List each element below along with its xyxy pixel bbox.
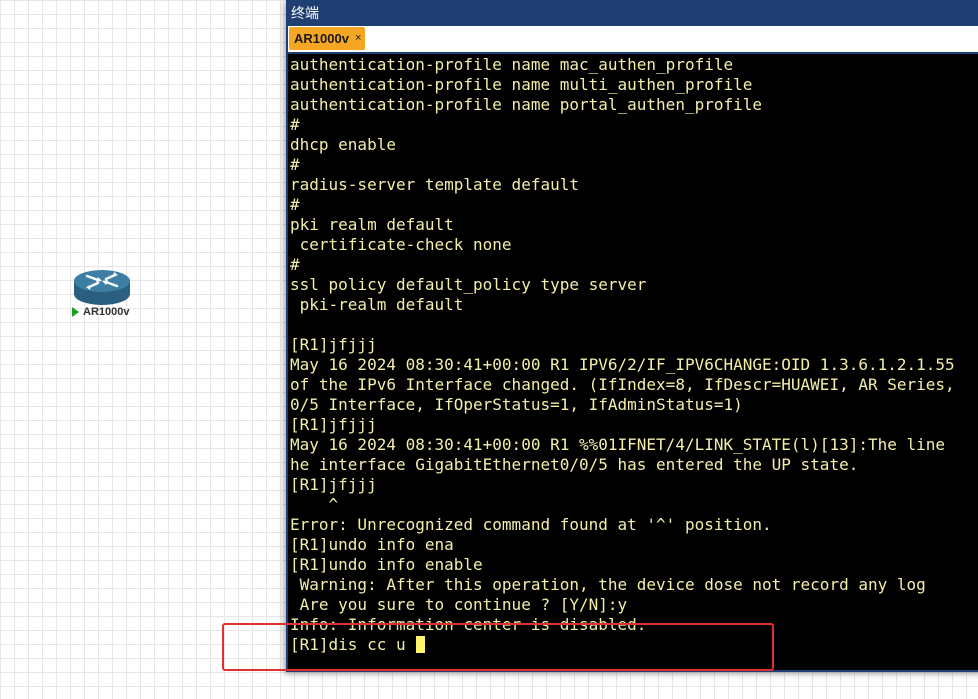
console-line: Warning: After this operation, the devic… bbox=[290, 575, 926, 594]
close-icon[interactable]: × bbox=[355, 33, 361, 44]
console-line: [R1]jfjjj bbox=[290, 335, 377, 354]
console-line: # bbox=[290, 255, 300, 274]
console-line: he interface GigabitEthernet0/0/5 has en… bbox=[290, 455, 859, 474]
terminal-tab-strip: AR1000v × bbox=[288, 26, 978, 52]
terminal-window: 终端 AR1000v × authentication-profile name… bbox=[286, 0, 978, 672]
console-line: [R1]undo info enable bbox=[290, 555, 483, 574]
console-line: May 16 2024 08:30:41+00:00 R1 IPV6/2/IF_… bbox=[290, 355, 955, 374]
console-line: certificate-check none bbox=[290, 235, 512, 254]
console-line: pki realm default bbox=[290, 215, 454, 234]
router-node-ar1000v[interactable]: AR1000v bbox=[66, 268, 138, 324]
console-line: authentication-profile name multi_authen… bbox=[290, 75, 753, 94]
console-line: May 16 2024 08:30:41+00:00 R1 %%01IFNET/… bbox=[290, 435, 946, 454]
cursor-caret bbox=[416, 636, 426, 653]
console-input-line[interactable]: [R1]dis cc u bbox=[290, 635, 955, 655]
console-line: Are you sure to continue ? [Y/N]:y bbox=[290, 595, 628, 614]
console-line: 0/5 Interface, IfOperStatus=1, IfAdminSt… bbox=[290, 395, 743, 414]
console-line: Error: Unrecognized command found at '^'… bbox=[290, 515, 772, 534]
console-line: radius-server template default bbox=[290, 175, 579, 194]
play-icon bbox=[72, 307, 79, 317]
console-line: # bbox=[290, 155, 300, 174]
console-line: dhcp enable bbox=[290, 135, 396, 154]
console-line: of the IPv6 Interface changed. (IfIndex=… bbox=[290, 375, 955, 394]
console-line: ^ bbox=[290, 495, 339, 514]
console-line: authentication-profile name portal_authe… bbox=[290, 95, 763, 114]
console-line: [R1]jfjjj bbox=[290, 475, 377, 494]
console-output: authentication-profile name mac_authen_p… bbox=[290, 55, 955, 655]
terminal-title: 终端 bbox=[291, 5, 319, 21]
console-line: authentication-profile name mac_authen_p… bbox=[290, 55, 734, 74]
console-line: [R1]jfjjj bbox=[290, 415, 377, 434]
device-label: AR1000v bbox=[83, 306, 130, 318]
console-line: Info: Information center is disabled. bbox=[290, 615, 647, 634]
tab-label: AR1000v bbox=[294, 31, 349, 46]
console-line: ssl policy default_policy type server bbox=[290, 275, 647, 294]
console-line: # bbox=[290, 195, 300, 214]
console-line: # bbox=[290, 115, 300, 134]
device-label-row: AR1000v bbox=[72, 306, 129, 318]
router-icon bbox=[74, 270, 130, 305]
tab-ar1000v[interactable]: AR1000v × bbox=[289, 27, 366, 50]
topology-canvas[interactable]: AR1000v 终端 AR1000v × authentication-prof… bbox=[0, 0, 978, 699]
console-line: [R1]undo info ena bbox=[290, 535, 454, 554]
terminal-console[interactable]: authentication-profile name mac_authen_p… bbox=[288, 54, 978, 670]
console-input-text: [R1]dis cc u bbox=[290, 635, 416, 654]
terminal-title-bar[interactable]: 终端 bbox=[286, 0, 978, 26]
console-line: pki-realm default bbox=[290, 295, 464, 314]
